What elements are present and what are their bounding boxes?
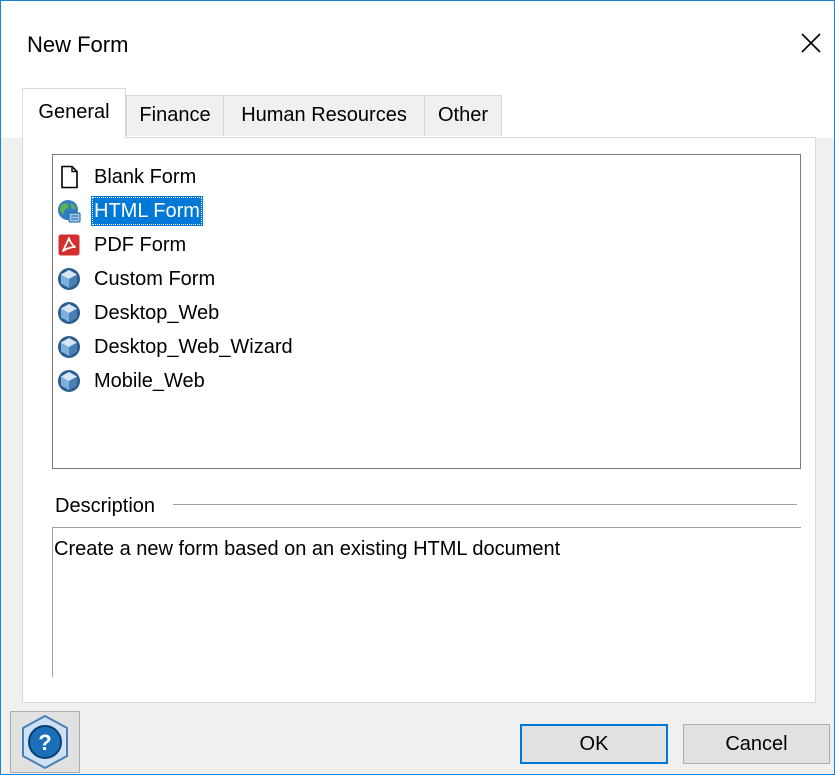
globe-icon [58, 200, 81, 223]
help-glyph: ? [38, 730, 51, 755]
help-button[interactable]: ? [10, 711, 80, 773]
description-text: Create a new form based on an existing H… [54, 538, 561, 560]
ok-button[interactable]: OK [520, 724, 668, 764]
new-form-dialog: New Form General Finance Human Resources… [0, 0, 835, 775]
hexagon-cube-icon [58, 302, 80, 324]
description-label: Description [55, 495, 156, 517]
hexagon-cube-icon [58, 268, 80, 290]
title-bar: New Form [1, 1, 834, 86]
description-divider [173, 504, 797, 505]
list-item-label: Mobile_Web [94, 370, 205, 392]
dialog-title: New Form [27, 32, 129, 57]
tab-general[interactable]: General [22, 88, 126, 138]
blank-page-icon [61, 165, 78, 189]
tab-finance[interactable]: Finance [126, 95, 224, 136]
help-icon: ? [22, 714, 68, 770]
close-button[interactable] [791, 23, 831, 63]
list-item-label: Desktop_Web_Wizard [94, 336, 293, 358]
form-type-list[interactable]: Blank Form HTML Form PDF Form Custom For… [52, 154, 801, 469]
list-item-label: Desktop_Web [94, 302, 220, 324]
hexagon-cube-icon [58, 336, 80, 358]
tab-human-resources[interactable]: Human Resources [223, 95, 425, 136]
list-item-label: PDF Form [94, 234, 187, 256]
tab-other[interactable]: Other [424, 95, 502, 136]
pdf-icon [58, 234, 80, 256]
close-icon [801, 33, 821, 53]
list-item-label: Blank Form [94, 166, 197, 188]
cancel-button[interactable]: Cancel [683, 724, 830, 764]
list-item-label: HTML Form [91, 196, 203, 226]
hexagon-cube-icon [58, 370, 80, 392]
list-item-label: Custom Form [94, 268, 216, 290]
